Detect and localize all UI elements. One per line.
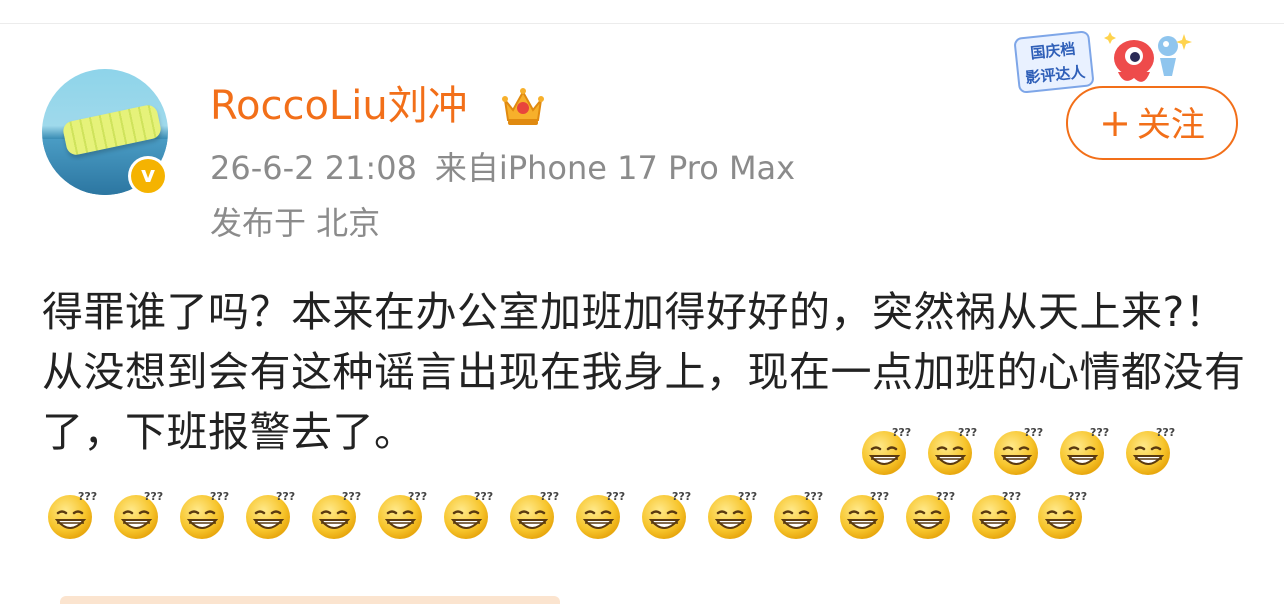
dizzy-grin-emoji: ??? [902,486,958,542]
verified-icon: v [131,159,165,193]
post-source: 来自iPhone 17 Pro Max [434,149,796,187]
dizzy-grin-emoji: ??? [44,486,100,542]
svg-text:???: ??? [606,490,625,503]
svg-text:???: ??? [1090,426,1109,439]
dizzy-grin-emoji: ??? [308,486,364,542]
svg-text:???: ??? [144,490,163,503]
post-meta: 26-6-2 21:08 来自iPhone 17 Pro Max [210,148,795,188]
dizzy-grin-emoji: ??? [924,422,980,478]
svg-text:???: ??? [210,490,229,503]
verified-badge: v [128,156,168,196]
svg-text:???: ??? [474,490,493,503]
dizzy-grin-emoji: ??? [858,422,914,478]
next-card-edge [60,596,560,604]
dizzy-grin-emoji: ??? [572,486,628,542]
svg-text:???: ??? [738,490,757,503]
post-timestamp: 26-6-2 21:08 [210,149,417,187]
svg-text:???: ??? [1068,490,1087,503]
weibo-post-card: v RoccoLiu刘冲 26-6-2 21:08 来自iPhone 17 Pro… [0,0,1284,604]
svg-text:???: ??? [540,490,559,503]
crown-icon [502,88,544,125]
follow-button-label: 关注 [1136,105,1205,145]
dizzy-grin-emoji: ??? [990,422,1046,478]
event-badge-label: 国庆档 影评达人 [1013,30,1095,94]
dizzy-grin-emoji: ??? [1122,422,1178,478]
svg-text:???: ??? [892,426,911,439]
dizzy-grin-emoji: ??? [770,486,826,542]
event-badge[interactable]: 国庆档 影评达人 [1008,28,1194,94]
dizzy-grin-emoji: ??? [374,486,430,542]
emoji-row-1: ??? ??? ??? ??? ??? [858,422,1178,478]
follow-button[interactable]: + 关注 [1066,86,1238,160]
dizzy-grin-emoji: ??? [836,486,892,542]
dizzy-grin-emoji: ??? [1034,486,1090,542]
dizzy-grin-emoji: ??? [110,486,166,542]
svg-text:???: ??? [78,490,97,503]
svg-text:???: ??? [408,490,427,503]
svg-text:???: ??? [870,490,889,503]
dizzy-grin-emoji: ??? [704,486,760,542]
mascot-icon [1104,32,1192,82]
svg-text:???: ??? [1156,426,1175,439]
svg-text:???: ??? [672,490,691,503]
dizzy-grin-emoji: ??? [176,486,232,542]
author-name[interactable]: RoccoLiu刘冲 [210,78,468,134]
dizzy-grin-emoji: ??? [638,486,694,542]
dizzy-grin-emoji: ??? [1056,422,1112,478]
svg-text:???: ??? [1002,490,1021,503]
plus-icon: + [1099,101,1131,145]
post-location: 发布于 北京 [210,204,381,242]
dizzy-grin-emoji: ??? [506,486,562,542]
emoji-row-2: ??? ??? ??? ??? ??? ??? ??? ??? ??? ??? … [44,486,1090,542]
dizzy-grin-emoji: ??? [242,486,298,542]
svg-text:???: ??? [1024,426,1043,439]
dizzy-grin-emoji: ??? [968,486,1024,542]
svg-text:???: ??? [936,490,955,503]
dizzy-grin-emoji: ??? [440,486,496,542]
svg-text:???: ??? [958,426,977,439]
top-divider [0,23,1284,24]
svg-text:???: ??? [804,490,823,503]
svg-text:???: ??? [342,490,361,503]
svg-text:???: ??? [276,490,295,503]
